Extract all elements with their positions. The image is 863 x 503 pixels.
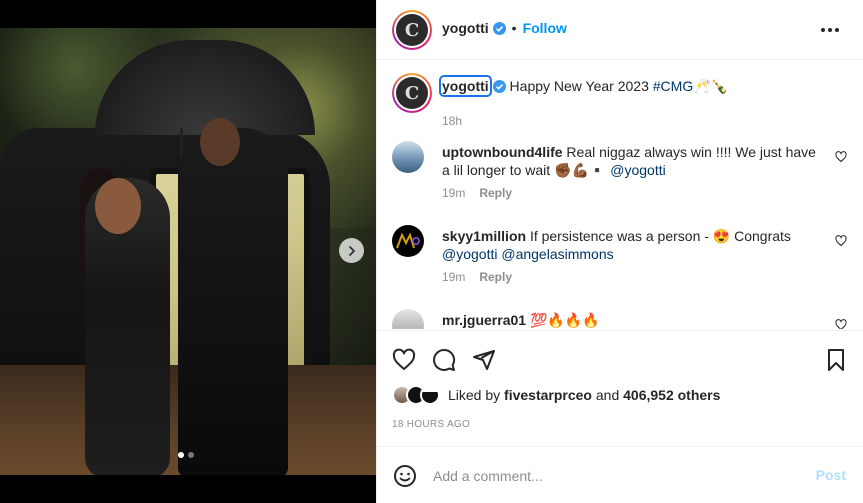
carousel-dot (188, 452, 194, 458)
photo-woman-head (95, 178, 141, 234)
comment-meta: 19m Reply (442, 270, 512, 284)
caption-avatar[interactable]: C (392, 73, 432, 113)
comment-row: uptownbound4life Real niggaz always win … (392, 141, 852, 221)
post-side-panel: C yogotti • Follow C yogotti Happy New Y… (376, 0, 863, 503)
comment-username[interactable]: mr.jguerra01 (442, 312, 526, 328)
send-icon[interactable] (472, 348, 496, 372)
comment-text: If persistence was a person - 😍 Congrats (529, 228, 791, 244)
avatar-logo-icon (396, 232, 420, 249)
liker-avatar (420, 385, 440, 405)
comment-age: 19m (442, 270, 466, 284)
commenter-avatar[interactable] (392, 225, 424, 257)
chevron-right-icon (348, 245, 355, 256)
caption-username[interactable]: yogotti (439, 75, 492, 97)
comment-text: 💯🔥🔥🔥 (529, 312, 600, 328)
comment-row: mr.jguerra01 💯🔥🔥🔥 (392, 309, 852, 329)
post-photo (0, 28, 376, 475)
likes-summary[interactable]: Liked by fivestarprceo and 406,952 other… (392, 385, 720, 405)
comment-like-heart-icon[interactable] (835, 319, 847, 329)
caption-avatar-image: C (396, 77, 428, 109)
likes-prefix: Liked by (448, 387, 501, 403)
reply-button[interactable]: Reply (479, 270, 512, 284)
post-actions (377, 330, 863, 385)
post-media[interactable] (0, 0, 376, 503)
author-username[interactable]: yogotti (442, 20, 489, 36)
post-header: C yogotti • Follow (377, 0, 863, 60)
carousel-dot (178, 452, 184, 458)
reply-button[interactable]: Reply (479, 186, 512, 200)
photo-man-head (200, 118, 240, 166)
caption-emoji: 🥂🍾 (693, 78, 729, 94)
more-horizontal-icon (821, 28, 839, 32)
author-avatar[interactable]: C (392, 10, 432, 50)
comment-mention[interactable]: @yogotti (442, 246, 497, 262)
photo-man (178, 128, 288, 475)
commenter-avatar[interactable] (392, 309, 424, 329)
comment-composer: Post (377, 446, 863, 503)
comment-username[interactable]: uptownbound4life (442, 144, 563, 160)
caption-age: 18h (442, 114, 463, 128)
caption-row: C yogotti Happy New Year 2023 #CMG🥂🍾 18h (392, 73, 852, 133)
comment-mention[interactable]: @yogotti (610, 162, 665, 178)
comment-row: skyy1million If persistence was a person… (392, 225, 852, 305)
likes-text: Liked by fivestarprceo and 406,952 other… (448, 387, 720, 403)
comment-age: 19m (442, 186, 466, 200)
more-options-button[interactable] (818, 18, 842, 42)
commenter-avatar[interactable] (392, 141, 424, 173)
liker-username[interactable]: fivestarprceo (504, 387, 592, 403)
verified-badge-icon (492, 80, 506, 93)
carousel-next-button[interactable] (339, 238, 364, 263)
comment-mention[interactable]: @angelasimmons (501, 246, 613, 262)
comment-input[interactable] (433, 466, 793, 486)
heart-icon[interactable] (392, 348, 416, 372)
post-timestamp[interactable]: 18 HOURS AGO (392, 419, 470, 430)
comment-like-heart-icon[interactable] (835, 235, 847, 247)
caption-meta: 18h (442, 114, 462, 128)
follow-button[interactable]: Follow (523, 20, 567, 36)
bookmark-icon[interactable] (824, 348, 848, 372)
caption-text: Happy New Year 2023 (509, 78, 649, 94)
comment-username[interactable]: skyy1million (442, 228, 526, 244)
author-avatar-image: C (396, 14, 428, 46)
comment-meta: 19m Reply (442, 186, 512, 200)
caption-hashtag[interactable]: #CMG (653, 78, 693, 94)
comments-list[interactable]: C yogotti Happy New Year 2023 #CMG🥂🍾 18h… (377, 61, 863, 329)
post-comment-button[interactable]: Post (816, 467, 846, 483)
likes-others-count[interactable]: 406,952 others (623, 387, 720, 403)
carousel-dots (178, 452, 194, 458)
emoji-icon[interactable] (393, 464, 417, 488)
comment-like-heart-icon[interactable] (835, 151, 847, 163)
separator-bullet: • (511, 20, 517, 36)
likes-conjunction: and (595, 387, 620, 403)
comment-icon[interactable] (432, 348, 456, 372)
verified-badge-icon (492, 21, 506, 35)
